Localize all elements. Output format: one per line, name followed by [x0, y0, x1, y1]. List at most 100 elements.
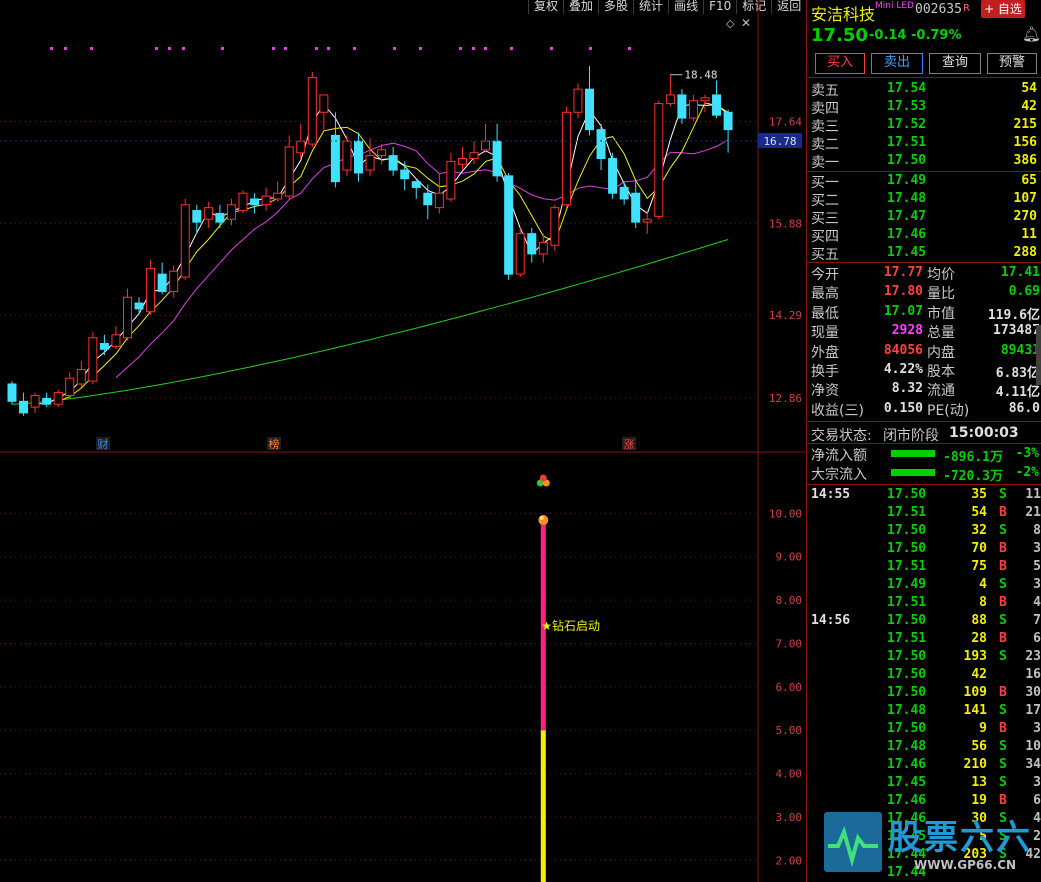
- price-change-pct: -0.79%: [911, 28, 962, 43]
- quote-label: 量比: [927, 286, 955, 303]
- add-watchlist-button[interactable]: + 自选: [981, 0, 1025, 18]
- tick-side: S: [999, 649, 1007, 664]
- alert-button[interactable]: 预警: [987, 53, 1037, 74]
- quote-label: PE(动): [927, 402, 970, 419]
- flow-label: 大宗流入: [811, 467, 867, 483]
- flow-value: -896.1万: [943, 450, 1003, 465]
- quote-value: 2928: [891, 323, 923, 339]
- candle-body[interactable]: [319, 94, 329, 113]
- candle-body[interactable]: [665, 94, 675, 105]
- ask-label: 卖五: [811, 83, 839, 99]
- top-dot-marker: [628, 47, 631, 50]
- cluster-icon: [539, 474, 547, 482]
- candle-body[interactable]: [550, 207, 560, 246]
- signal-label: ★钻石启动: [541, 618, 600, 633]
- candle-body[interactable]: [596, 129, 606, 160]
- sub-y-tick-label: 2.00: [776, 854, 803, 867]
- tick-side: S: [999, 523, 1007, 538]
- candle-body[interactable]: [53, 392, 63, 405]
- candle-body[interactable]: [388, 155, 398, 171]
- watermark-logo-icon: [824, 812, 882, 872]
- candle-body[interactable]: [215, 212, 225, 223]
- candle-body[interactable]: [723, 111, 733, 131]
- candle-body[interactable]: [654, 103, 664, 217]
- candle-body[interactable]: [619, 186, 629, 200]
- sub-y-tick-label: 4.00: [776, 768, 803, 781]
- tick-price: 17.50: [887, 685, 927, 700]
- candle-body[interactable]: [457, 158, 467, 165]
- candle-body[interactable]: [538, 241, 548, 255]
- candle-body[interactable]: [492, 140, 502, 177]
- bid-price: 17.47: [887, 209, 927, 224]
- candle-body[interactable]: [354, 140, 363, 174]
- candle-body[interactable]: [504, 175, 514, 275]
- candle-body[interactable]: [585, 88, 594, 131]
- candle-body[interactable]: [169, 270, 179, 292]
- query-button[interactable]: 查询: [929, 53, 981, 74]
- candle-body[interactable]: [180, 204, 190, 278]
- candle-body[interactable]: [19, 400, 29, 414]
- candle-body[interactable]: [134, 302, 144, 310]
- candle-body[interactable]: [273, 192, 283, 200]
- candle-body[interactable]: [203, 207, 213, 220]
- candle-body[interactable]: [573, 88, 583, 113]
- candle-body[interactable]: [111, 334, 121, 347]
- ask-label: 卖四: [811, 101, 839, 117]
- top-dot-marker: [272, 47, 275, 50]
- tick-side: S: [999, 703, 1007, 718]
- tick-side: B: [999, 505, 1007, 520]
- tick-volume: 210: [963, 757, 987, 772]
- candle-body[interactable]: [446, 160, 456, 200]
- candlestick-chart[interactable]: 17.64 15.88 14.29 12.86 18.48 16.78 财 榜 涨 10.00 9.…: [0, 0, 806, 882]
- candle-body[interactable]: [226, 204, 236, 220]
- candle-body[interactable]: [238, 192, 248, 212]
- candle-body[interactable]: [7, 383, 17, 402]
- buy-button[interactable]: 买入: [815, 53, 865, 74]
- bell-icon[interactable]: 🔔︎: [1022, 25, 1041, 43]
- candle-body[interactable]: [400, 169, 410, 180]
- candle-body[interactable]: [123, 296, 132, 339]
- sell-button[interactable]: 卖出: [871, 53, 923, 74]
- candle-body[interactable]: [65, 377, 75, 397]
- candle-body[interactable]: [192, 210, 202, 223]
- candle-body[interactable]: [642, 218, 652, 223]
- candle-body[interactable]: [99, 343, 109, 350]
- tick-scrollbar[interactable]: [1036, 325, 1041, 385]
- candle-body[interactable]: [307, 77, 317, 145]
- tick-time: 14:55: [811, 487, 851, 502]
- candle-body[interactable]: [157, 273, 167, 292]
- candle-body[interactable]: [411, 181, 421, 188]
- candle-body[interactable]: [688, 100, 698, 119]
- candle-body[interactable]: [481, 140, 491, 151]
- candle-body[interactable]: [30, 395, 40, 408]
- sub-y-tick-label: 3.00: [776, 811, 803, 824]
- candle-body[interactable]: [608, 158, 618, 194]
- candle-body[interactable]: [146, 267, 156, 313]
- candle-body[interactable]: [515, 233, 525, 275]
- candle-body[interactable]: [677, 94, 687, 119]
- candle-body[interactable]: [342, 140, 352, 171]
- candle-body[interactable]: [261, 195, 271, 206]
- candle-body[interactable]: [423, 192, 433, 206]
- quote-label: 收益(三): [811, 402, 864, 419]
- candle-body[interactable]: [469, 152, 479, 160]
- top-dot-marker: [155, 47, 158, 50]
- candle-body[interactable]: [330, 134, 340, 183]
- candle-body[interactable]: [712, 94, 722, 116]
- candle-body[interactable]: [561, 111, 571, 206]
- tick-side: S: [999, 577, 1007, 592]
- candle-body[interactable]: [284, 146, 294, 197]
- candle-body[interactable]: [377, 149, 387, 157]
- tick-price: 17.48: [887, 703, 927, 718]
- candle-body[interactable]: [88, 337, 98, 382]
- candle-body[interactable]: [296, 140, 306, 154]
- candle-body[interactable]: [631, 192, 641, 223]
- candle-body[interactable]: [365, 155, 375, 171]
- quote-value: 17.41: [1000, 265, 1040, 280]
- candle-body[interactable]: [250, 198, 260, 206]
- candle-body[interactable]: [527, 233, 537, 255]
- candle-body[interactable]: [76, 369, 86, 385]
- candle-body[interactable]: [42, 397, 52, 405]
- candle-body[interactable]: [434, 192, 444, 209]
- candle-body[interactable]: [700, 97, 710, 102]
